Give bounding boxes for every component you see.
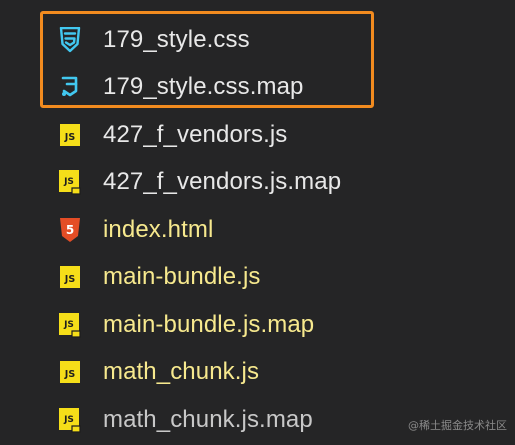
file-item-main-bundle-js-map[interactable]: JS main-bundle.js.map [58,301,498,349]
js-file-icon: JS [58,263,82,291]
js-file-icon: JS [58,358,82,386]
css-file-icon [58,26,82,54]
js-map-file-icon: JS [58,311,82,339]
svg-text:JS: JS [63,320,74,330]
svg-text:JS: JS [64,132,76,143]
file-name: 427_f_vendors.js.map [103,168,342,196]
file-name: 179_style.css.map [103,73,304,101]
file-name: main-bundle.js.map [103,310,315,338]
svg-text:5: 5 [66,223,74,237]
file-name: math_chunk.js.map [103,405,313,433]
svg-text:JS: JS [64,369,76,380]
svg-text:JS: JS [63,177,74,187]
file-name: 427_f_vendors.js [103,120,288,148]
file-name: math_chunk.js [103,358,260,386]
file-item-427-f-vendors-js[interactable]: JS 427_f_vendors.js [58,111,498,159]
file-item-main-bundle-js[interactable]: JS main-bundle.js [58,254,498,302]
js-map-file-icon: JS [58,168,82,196]
file-name: 179_style.css [103,25,250,53]
js-file-icon: JS [58,121,82,149]
svg-text:JS: JS [64,274,76,285]
js-map-file-icon: JS [58,406,82,434]
file-item-427-f-vendors-js-map[interactable]: JS 427_f_vendors.js.map [58,159,498,207]
file-item-math-chunk-js[interactable]: JS math_chunk.js [58,349,498,397]
file-list: 179_style.css 179_style.css.map JS 427_f… [58,16,498,444]
file-name: main-bundle.js [103,263,261,291]
file-item-index-html[interactable]: 5 index.html [58,206,498,254]
file-item-179-style-css-map[interactable]: 179_style.css.map [58,64,498,112]
file-item-179-style-css[interactable]: 179_style.css [58,16,498,64]
file-explorer: 179_style.css 179_style.css.map JS 427_f… [0,0,515,445]
css-map-file-icon [58,73,82,101]
html-file-icon: 5 [58,216,82,244]
watermark: @稀土掘金技术社区 [408,419,507,432]
file-name: index.html [103,215,214,243]
svg-text:JS: JS [63,415,74,425]
